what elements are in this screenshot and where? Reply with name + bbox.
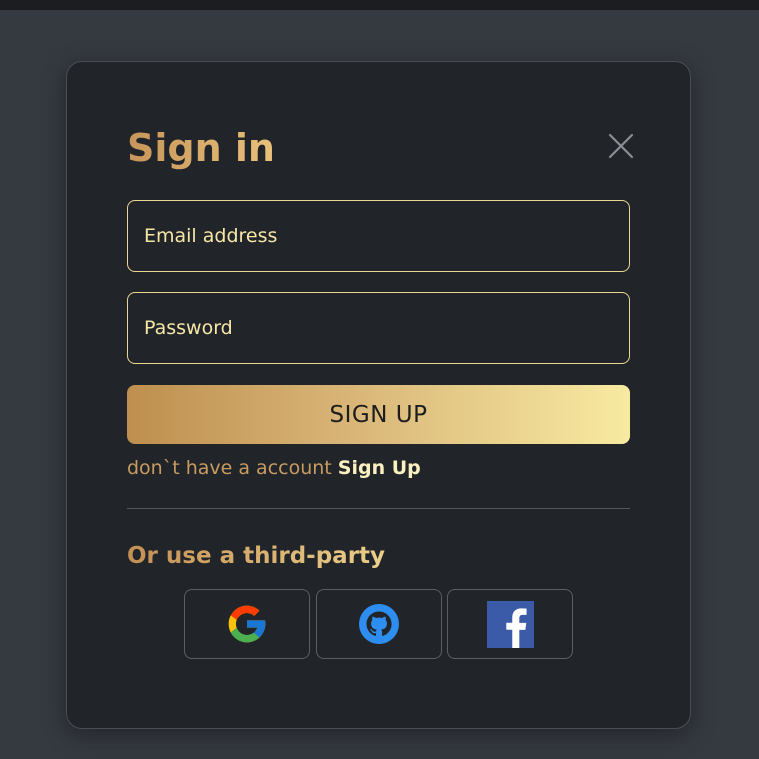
dialog-title: Sign in [127,126,275,170]
google-login-button[interactable] [184,589,310,659]
account-prompt: don`t have a account Sign Up [127,456,421,480]
sign-in-dialog: Sign in SIGN UP don`t have a account Sig… [66,61,691,729]
facebook-login-button[interactable] [447,589,573,659]
facebook-icon [486,600,534,648]
email-field[interactable] [127,200,630,272]
top-bar [0,0,759,10]
github-login-button[interactable] [316,589,442,659]
github-icon [359,604,399,644]
password-field[interactable] [127,292,630,364]
close-button[interactable] [605,130,637,162]
close-icon [608,133,634,159]
google-icon [228,605,266,643]
third-party-heading: Or use a third-party [127,543,386,569]
account-prompt-text: don`t have a account [127,457,338,479]
sign-up-button[interactable]: SIGN UP [127,385,630,444]
divider [127,508,630,509]
sign-up-link[interactable]: Sign Up [338,457,421,479]
